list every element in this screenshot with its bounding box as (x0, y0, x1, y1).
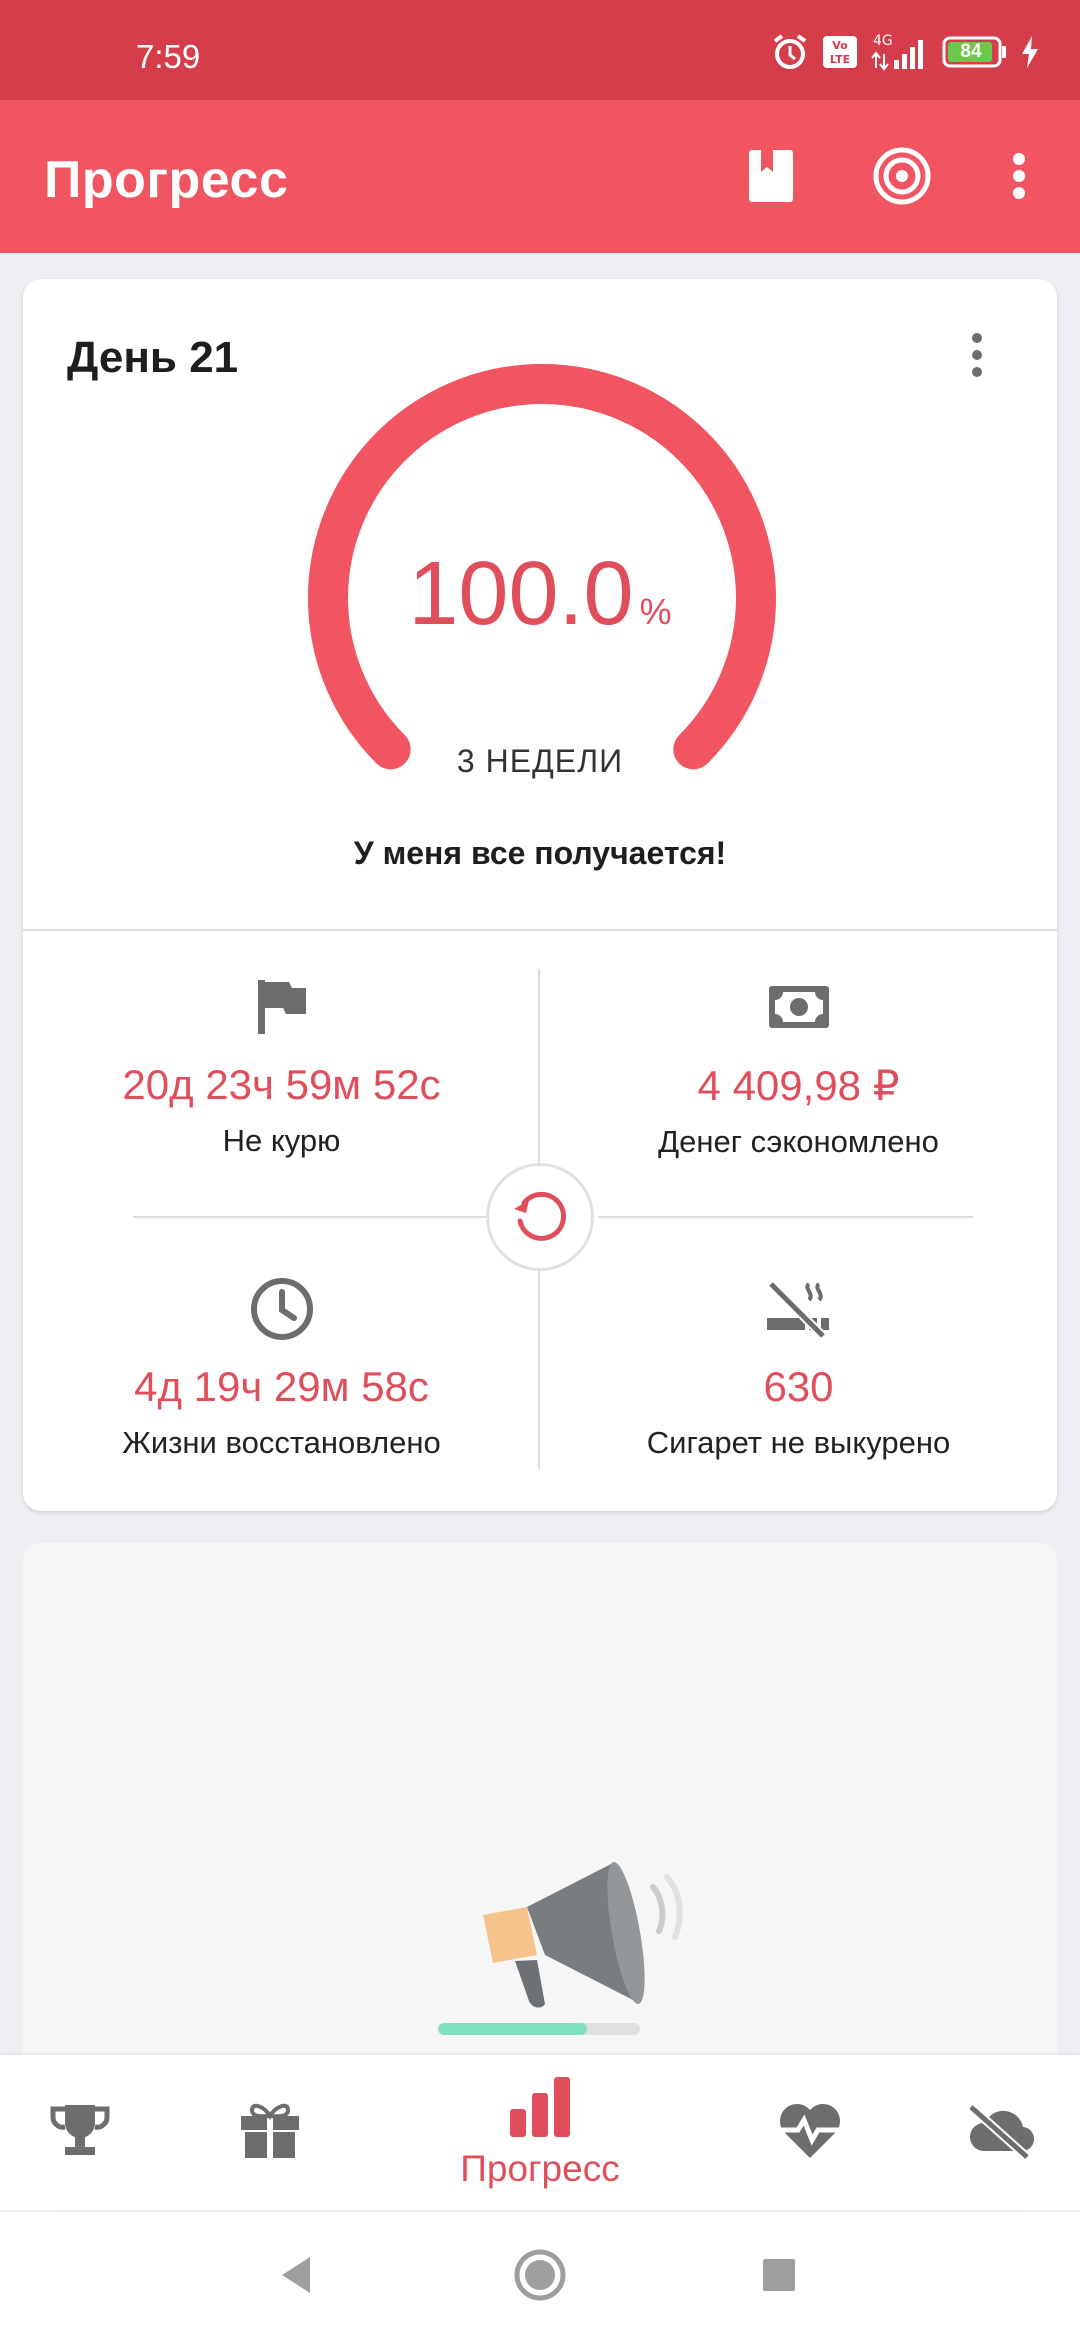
status-bar: 7:59 Vo LTE 4G 84 (0, 0, 1080, 100)
reset-button[interactable] (486, 1163, 594, 1271)
nav-cloud[interactable] (940, 2055, 1060, 2210)
overflow-menu-button[interactable] (981, 140, 1057, 216)
stats-divider-horizontal (133, 1216, 508, 1218)
nav-health[interactable] (750, 2055, 870, 2210)
status-time: 7:59 (136, 38, 201, 75)
no-smoking-icon (540, 1277, 1057, 1341)
promo-loading-fill (438, 2023, 588, 2035)
svg-text:LTE: LTE (830, 53, 850, 66)
card-divider (23, 929, 1057, 931)
more-vert-icon (1012, 152, 1026, 205)
megaphone-icon (483, 1862, 683, 2008)
stats-divider-horizontal (598, 1216, 973, 1218)
system-nav-bar (0, 2212, 1080, 2340)
stat-cigarettes-not-smoked[interactable]: 630 Сигарет не выкурено (540, 1277, 1057, 1461)
bottom-nav: Прогресс (0, 2055, 1080, 2210)
stat-label: Жизни восстановлено (122, 1425, 441, 1460)
motto-text: У меня все получается! (353, 835, 727, 871)
stat-label: Не курю (222, 1123, 341, 1158)
progress-percent: 100.0% (23, 543, 1057, 646)
app-bar: Прогресс (0, 100, 1080, 253)
stat-value: 4 409,98 ₽ (697, 1062, 900, 1109)
cloud-off-icon (965, 2101, 1035, 2164)
stat-label: Денег сэкономлено (658, 1124, 939, 1159)
stat-smoke-free-time[interactable]: 20д 23ч 59м 52с Не курю (23, 975, 540, 1159)
volte-icon: Vo LTE (822, 35, 858, 69)
system-back-button[interactable] (261, 2242, 331, 2312)
nav-progress[interactable]: Прогресс (420, 2055, 660, 2210)
stat-value: 4д 19ч 29м 58с (134, 1363, 429, 1410)
progress-card: День 21 100.0% 3 НЕДЕЛИ У меня все получ… (23, 279, 1057, 1511)
clock-icon (23, 1277, 540, 1341)
battery-level: 84 (960, 41, 982, 62)
day-label: День 21 (67, 333, 239, 382)
svg-text:4G: 4G (873, 33, 893, 49)
trophy-icon (49, 2101, 111, 2164)
nav-rewards[interactable] (210, 2055, 330, 2210)
promo-loading-bar (438, 2023, 640, 2035)
bar-chart-icon (508, 2075, 572, 2144)
stat-value: 20д 23ч 59м 52с (122, 1061, 441, 1108)
reset-icon (508, 1183, 572, 1252)
target-icon (873, 147, 931, 210)
home-icon (513, 2248, 567, 2307)
progress-value: 100.0 (408, 544, 634, 644)
stat-label: Сигарет не выкурено (646, 1425, 951, 1460)
money-icon (540, 975, 1057, 1039)
stat-money-saved[interactable]: 4 409,98 ₽ Денег сэкономлено (540, 975, 1057, 1160)
signal-icon: 4G (870, 32, 930, 72)
recents-icon (761, 2257, 797, 2298)
status-icons: Vo LTE 4G 84 (770, 32, 1040, 72)
system-home-button[interactable] (505, 2242, 575, 2312)
system-recents-button[interactable] (744, 2242, 814, 2312)
back-icon (278, 2255, 314, 2300)
progress-caption: 3 НЕДЕЛИ (456, 743, 624, 779)
bookmark-icon (747, 148, 795, 209)
charging-icon (1020, 35, 1040, 69)
stat-life-regained[interactable]: 4д 19ч 29м 58с Жизни восстановлено (23, 1277, 540, 1461)
page-title: Прогресс (44, 151, 289, 209)
goal-button[interactable] (864, 140, 940, 216)
battery-icon: 84 (942, 36, 1008, 68)
stat-value: 630 (763, 1363, 834, 1410)
heart-pulse-icon (776, 2100, 844, 2165)
bookmark-button[interactable] (733, 140, 809, 216)
gift-icon (239, 2100, 301, 2165)
alarm-icon (770, 32, 810, 72)
svg-text:Vo: Vo (832, 39, 848, 52)
nav-progress-label: Прогресс (460, 2148, 620, 2189)
card-menu-button[interactable] (939, 319, 1015, 395)
progress-unit: % (639, 591, 672, 632)
more-vert-icon (971, 332, 983, 383)
flag-icon (23, 975, 540, 1039)
nav-achievements[interactable] (20, 2055, 140, 2210)
promo-card[interactable] (23, 1543, 1057, 2103)
